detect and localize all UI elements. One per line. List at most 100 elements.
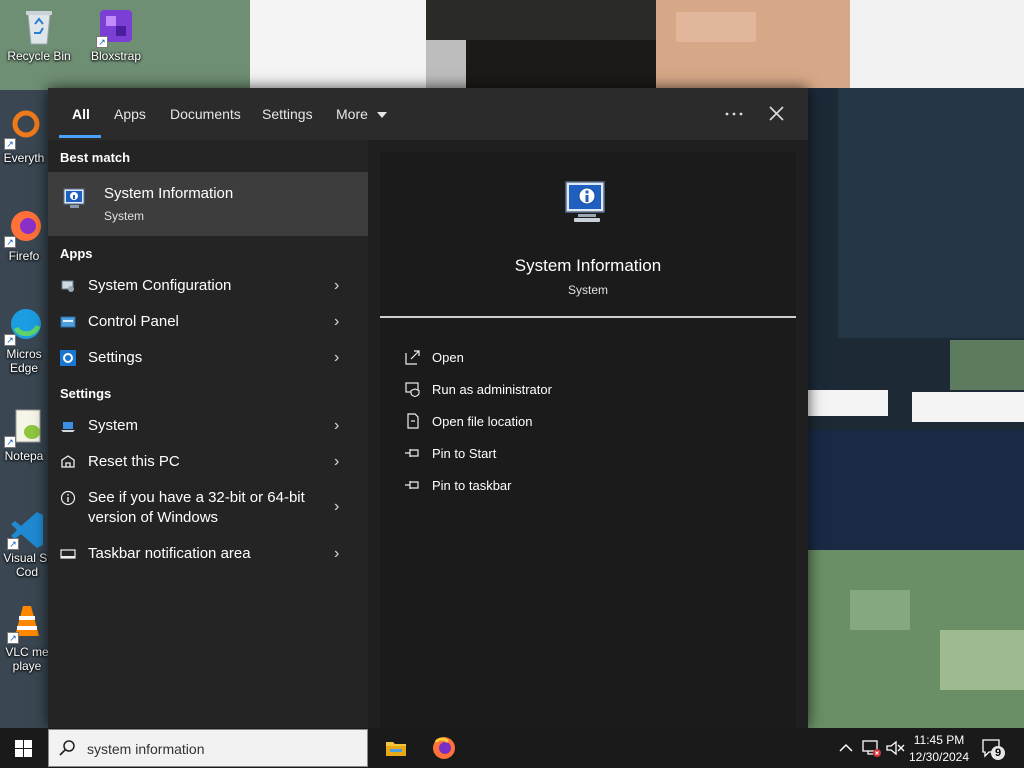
result-label-line2: version of Windows bbox=[88, 509, 219, 526]
notepad-plus-plus-icon: ↗ bbox=[4, 406, 44, 448]
reset-pc-icon bbox=[61, 455, 75, 468]
settings-gear-icon bbox=[60, 350, 76, 366]
recycle-bin-shortcut[interactable]: Recycle Bin bbox=[2, 6, 76, 63]
best-match-subtitle: System bbox=[104, 209, 145, 223]
tab-all[interactable]: All bbox=[72, 106, 90, 122]
taskbar-firefox[interactable] bbox=[424, 728, 464, 768]
detail-pane: System Information System Open Run as ad… bbox=[380, 152, 796, 728]
action-label: Pin to Start bbox=[432, 446, 497, 461]
result-system[interactable]: System › bbox=[48, 408, 368, 444]
show-hidden-icons-button[interactable] bbox=[836, 738, 856, 758]
apps-header: Apps bbox=[60, 246, 93, 261]
taskbar: system information 11:45 PM 12/30/2024 9 bbox=[0, 728, 1024, 768]
start-button[interactable] bbox=[0, 728, 48, 768]
edge-shortcut[interactable]: ↗ Micros Edge bbox=[0, 304, 52, 375]
chevron-right-icon: › bbox=[334, 349, 340, 366]
action-label: Pin to taskbar bbox=[432, 478, 512, 493]
action-pin-to-taskbar[interactable]: Pin to taskbar bbox=[404, 476, 704, 496]
folder-icon bbox=[386, 742, 406, 756]
more-options-button[interactable] bbox=[718, 102, 750, 126]
tab-more-label: More bbox=[336, 106, 368, 122]
result-label: System bbox=[88, 417, 139, 434]
result-control-panel[interactable]: Control Panel › bbox=[48, 304, 368, 340]
best-match-result[interactable]: System Information System bbox=[48, 172, 368, 236]
edge-icon: ↗ bbox=[4, 304, 44, 346]
tab-more[interactable]: More bbox=[336, 106, 387, 122]
taskbar-file-explorer[interactable] bbox=[376, 728, 416, 768]
bloxstrap-icon: ↗ bbox=[96, 6, 136, 48]
volume-muted-icon bbox=[886, 740, 905, 756]
action-center-button[interactable]: 9 bbox=[980, 736, 1006, 762]
ellipsis-icon bbox=[725, 112, 743, 116]
filter-tabs: All Apps Documents Settings More bbox=[48, 88, 808, 140]
action-pin-to-start[interactable]: Pin to Start bbox=[404, 444, 704, 464]
close-icon bbox=[769, 106, 784, 121]
result-label: System Configuration bbox=[88, 277, 232, 294]
network-button[interactable] bbox=[860, 738, 882, 758]
best-match-title: System Information bbox=[104, 185, 234, 202]
laptop-icon bbox=[61, 422, 75, 432]
action-open[interactable]: Open bbox=[404, 348, 704, 368]
notification-count: 9 bbox=[994, 747, 1002, 759]
open-icon bbox=[405, 350, 420, 365]
chevron-right-icon: › bbox=[334, 313, 340, 330]
network-icon bbox=[862, 740, 881, 757]
tab-documents[interactable]: Documents bbox=[170, 106, 241, 122]
tab-settings[interactable]: Settings bbox=[262, 106, 313, 122]
bloxstrap-shortcut[interactable]: ↗ Bloxstrap bbox=[79, 6, 153, 63]
taskbar-search-box[interactable]: system information bbox=[48, 729, 368, 767]
result-settings[interactable]: Settings › bbox=[48, 340, 368, 376]
detail-divider bbox=[380, 316, 796, 318]
detail-subtitle: System bbox=[567, 283, 608, 297]
result-label: Settings bbox=[88, 349, 143, 366]
chevron-down-icon bbox=[376, 112, 387, 119]
shield-icon bbox=[405, 382, 420, 398]
volume-button[interactable] bbox=[884, 738, 906, 758]
search-icon bbox=[59, 740, 75, 756]
system-information-large-icon bbox=[565, 181, 605, 222]
result-reset-this-pc[interactable]: Reset this PC › bbox=[48, 444, 368, 480]
search-flyout: All Apps Documents Settings More Best ma… bbox=[48, 88, 808, 728]
result-system-configuration[interactable]: System Configuration › bbox=[48, 268, 368, 304]
result-label: Reset this PC bbox=[88, 453, 180, 470]
action-label: Run as administrator bbox=[432, 382, 552, 397]
result-label: Taskbar notification area bbox=[88, 545, 251, 562]
close-button[interactable] bbox=[762, 102, 790, 126]
action-run-as-administrator[interactable]: Run as administrator bbox=[404, 380, 704, 400]
settings-header: Settings bbox=[60, 386, 112, 401]
detail-title: System Information bbox=[514, 256, 662, 275]
chevron-right-icon: › bbox=[334, 545, 340, 562]
chevron-right-icon: › bbox=[334, 453, 340, 470]
action-open-file-location[interactable]: Open file location bbox=[404, 412, 704, 432]
result-label-line1: See if you have a 32-bit or 64-bit bbox=[88, 489, 305, 506]
result-taskbar-notification-area[interactable]: Taskbar notification area › bbox=[48, 536, 368, 572]
firefox-shortcut[interactable]: ↗ Firefo bbox=[0, 206, 52, 263]
recycle-bin-icon bbox=[19, 6, 59, 46]
tab-apps[interactable]: Apps bbox=[114, 106, 146, 122]
chevron-up-icon bbox=[839, 743, 853, 752]
vscode-icon: ↗ bbox=[7, 508, 47, 550]
clock-time[interactable]: 11:45 PM bbox=[904, 733, 974, 747]
taskbar-icon bbox=[60, 549, 76, 559]
clock-date[interactable]: 12/30/2024 bbox=[904, 750, 974, 764]
firefox-icon: ↗ bbox=[4, 206, 44, 248]
chevron-right-icon: › bbox=[334, 417, 340, 434]
action-label: Open bbox=[432, 350, 464, 365]
notepad-plus-plus-shortcut[interactable]: ↗ Notepa bbox=[0, 406, 52, 463]
info-icon bbox=[60, 490, 76, 506]
results-list: Best match System Information System App… bbox=[48, 140, 368, 728]
result-label: Control Panel bbox=[88, 313, 179, 330]
chevron-right-icon: › bbox=[334, 498, 340, 515]
everything-icon: ↗ bbox=[4, 108, 44, 150]
windows-logo-icon bbox=[15, 740, 32, 757]
action-label: Open file location bbox=[432, 414, 533, 429]
pin-icon bbox=[405, 449, 419, 457]
vlc-icon: ↗ bbox=[7, 602, 47, 644]
active-tab-indicator bbox=[59, 135, 101, 138]
file-location-icon bbox=[407, 413, 419, 429]
pin-icon bbox=[405, 481, 419, 489]
result-32-or-64-bit[interactable]: See if you have a 32-bit or 64-bit versi… bbox=[48, 480, 368, 536]
chevron-right-icon: › bbox=[334, 277, 340, 294]
control-panel-icon bbox=[60, 316, 76, 328]
system-configuration-icon bbox=[61, 280, 74, 292]
